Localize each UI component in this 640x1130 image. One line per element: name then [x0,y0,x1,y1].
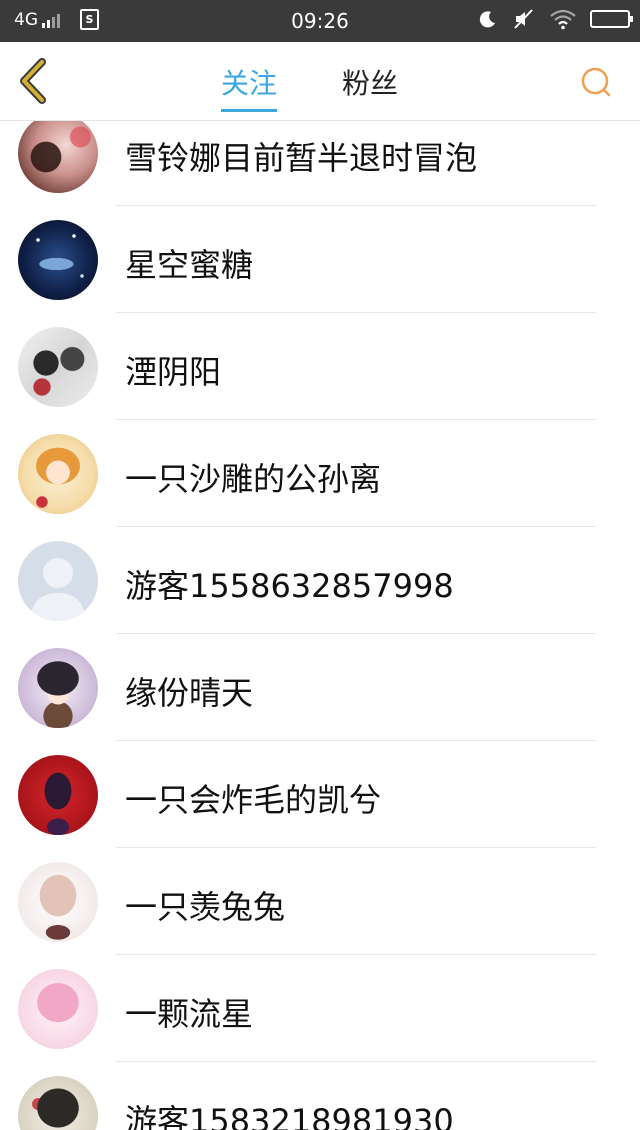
user-name: 游客1558632857998 [125,567,454,605]
user-name: 一颗流星 [125,995,254,1033]
avatar[interactable] [18,755,98,835]
app-header: 关注 粉丝 [0,42,640,121]
list-item[interactable]: 星空蜜糖 [0,206,640,313]
battery-icon [590,10,633,28]
avatar[interactable] [18,121,98,193]
list-item[interactable]: 雪铃娜目前暂半退时冒泡 [0,121,640,206]
search-icon [581,67,611,97]
user-name: 缘份晴天 [125,674,254,712]
default-avatar-icon [30,558,86,621]
user-name: 游客1583218981930 [125,1102,454,1130]
avatar[interactable] [18,541,98,621]
back-button[interactable] [14,58,50,104]
user-name: 星空蜜糖 [125,246,254,284]
mute-icon [514,9,533,29]
user-name: 一只沙雕的公孙离 [125,460,382,498]
list-item[interactable]: 游客1558632857998 [0,527,640,634]
status-bar: 4G S 09:26 [0,0,640,42]
moon-icon [479,11,495,28]
user-name: 雪铃娜目前暂半退时冒泡 [125,139,478,177]
avatar[interactable] [18,327,98,407]
tab-following[interactable]: 关注 [221,62,278,112]
search-button[interactable] [580,66,612,98]
list-item[interactable]: 游客1583218981930 [0,1062,640,1130]
chevron-left-icon [20,58,46,104]
user-name: 一只会炸毛的凯兮 [125,781,382,819]
tab-fans[interactable]: 粉丝 [342,62,398,102]
list-item[interactable]: 缘份晴天 [0,634,640,741]
list-item[interactable]: 湮阴阳 [0,313,640,420]
avatar[interactable] [18,220,98,300]
avatar[interactable] [18,969,98,1049]
list-item[interactable]: 一只会炸毛的凯兮 [0,741,640,848]
avatar[interactable] [18,648,98,728]
list-item[interactable]: 一只沙雕的公孙离 [0,420,640,527]
avatar[interactable] [18,434,98,514]
avatar[interactable] [18,1076,98,1130]
following-list: 雪铃娜目前暂半退时冒泡 星空蜜糖 湮阴阳 一只沙雕的公孙离 游客15586328… [0,121,640,1130]
list-item[interactable]: 一颗流星 [0,955,640,1062]
list-item[interactable]: 一只羡兔兔 [0,848,640,955]
wifi-icon [550,9,576,30]
user-name: 湮阴阳 [125,353,222,391]
status-right [478,8,633,30]
user-name: 一只羡兔兔 [125,888,286,926]
avatar[interactable] [18,862,98,942]
